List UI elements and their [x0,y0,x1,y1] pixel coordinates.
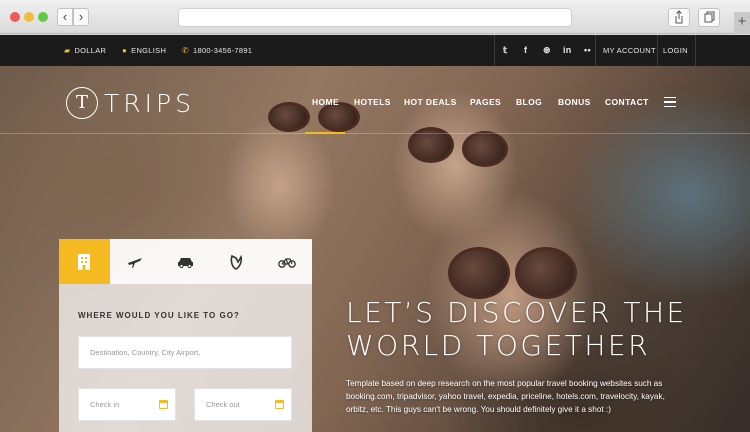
sunglasses-lens [515,247,577,299]
search-form: WHERE WOULD YOU LIKE TO GO? Destination,… [59,284,312,432]
minimize-window-dot[interactable] [24,12,34,22]
nav-divider [0,133,750,134]
dribbble-icon[interactable]: ⊛ [543,45,551,56]
sunglasses-lens [462,131,508,167]
site-logo[interactable]: T TRIPS [66,87,195,119]
tab-flights[interactable] [110,239,161,284]
nav-hotels[interactable]: HOTELS [354,97,391,107]
flickr-icon[interactable]: •• [584,45,591,55]
browser-back-button[interactable]: ‹ [57,8,73,26]
hero-headline-line-2: WORLD TOGETHER [346,329,651,362]
divider [695,35,696,66]
car-icon [177,257,193,268]
sunglasses-lens [268,102,310,132]
check-out-input[interactable]: Check out [194,388,292,421]
check-out-placeholder: Check out [206,400,240,409]
browser-forward-button[interactable]: › [73,8,89,26]
nav-home[interactable]: HOME [312,97,339,107]
chevron-left-icon: ‹ [62,9,68,24]
nav-pages[interactable]: PAGES [470,97,501,107]
divider [494,35,495,66]
language-selector[interactable]: ● ENGLISH [122,46,166,55]
tab-hotels[interactable] [59,239,110,284]
nav-hot-deals[interactable]: HOT DEALS [404,97,457,107]
language-label: ENGLISH [131,46,167,55]
currency-selector[interactable]: ▰ DOLLAR [64,46,106,55]
hero-headline-line-1: LET’S DISCOVER THE [346,296,687,329]
divider [595,35,596,66]
destination-input[interactable]: Destination, Country, City Airport, [78,336,292,369]
share-button[interactable] [668,8,690,27]
calendar-icon[interactable] [159,400,168,409]
bicycle-icon [277,257,296,268]
phone-icon: ✆ [182,46,190,55]
phone-contact[interactable]: ✆ 1800-3456-7891 [182,46,252,55]
money-icon: ▰ [64,46,71,55]
search-widget: WHERE WOULD YOU LIKE TO GO? Destination,… [59,239,312,432]
flight-icon [127,257,142,268]
plus-icon: + [737,13,747,30]
hotel-icon [78,253,91,270]
search-title: WHERE WOULD YOU LIKE TO GO? [78,311,240,320]
divider [657,35,658,66]
facebook-icon[interactable]: f [524,45,527,55]
sunglasses-lens [448,247,510,299]
nav-contact[interactable]: CONTACT [605,97,649,107]
close-window-dot[interactable] [10,12,20,22]
tab-bikes[interactable] [261,239,312,284]
active-nav-indicator [305,132,345,134]
nav-bonus[interactable]: BONUS [558,97,591,107]
calendar-icon[interactable] [275,400,284,409]
nav-blog[interactable]: BLOG [516,97,542,107]
globe-icon: ● [122,46,128,55]
chevron-right-icon: › [78,9,84,24]
tab-cruises[interactable] [211,239,262,284]
login-link[interactable]: LOGIN [663,46,688,55]
cruise-icon [230,254,243,270]
top-info-bar: ▰ DOLLAR ● ENGLISH ✆ 1800-3456-7891 𝕥 f … [0,35,750,66]
hero-headline: LET’S DISCOVER THE WORLD TOGETHER [346,296,687,362]
new-tab-button[interactable]: + [734,12,750,34]
logo-wordmark: TRIPS [104,88,195,118]
address-bar[interactable] [178,8,572,27]
search-category-tabs [59,239,312,284]
browser-toolbar: ‹ › + [0,0,750,34]
zoom-window-dot[interactable] [38,12,48,22]
check-in-placeholder: Check in [90,400,120,409]
menu-icon[interactable] [664,97,676,107]
tabs-icon [704,11,715,23]
linkedin-icon[interactable]: in [563,45,572,55]
twitter-icon[interactable]: 𝕥 [503,45,508,56]
currency-label: DOLLAR [74,46,107,55]
tabs-overview-button[interactable] [698,8,720,27]
check-in-input[interactable]: Check in [78,388,176,421]
logo-mark: T [66,87,98,119]
my-account-link[interactable]: MY ACCOUNT [603,46,656,55]
hero-description: Template based on deep research on the m… [346,379,665,414]
share-icon [675,10,683,24]
phone-number: 1800-3456-7891 [193,46,253,55]
tab-cars[interactable] [160,239,211,284]
